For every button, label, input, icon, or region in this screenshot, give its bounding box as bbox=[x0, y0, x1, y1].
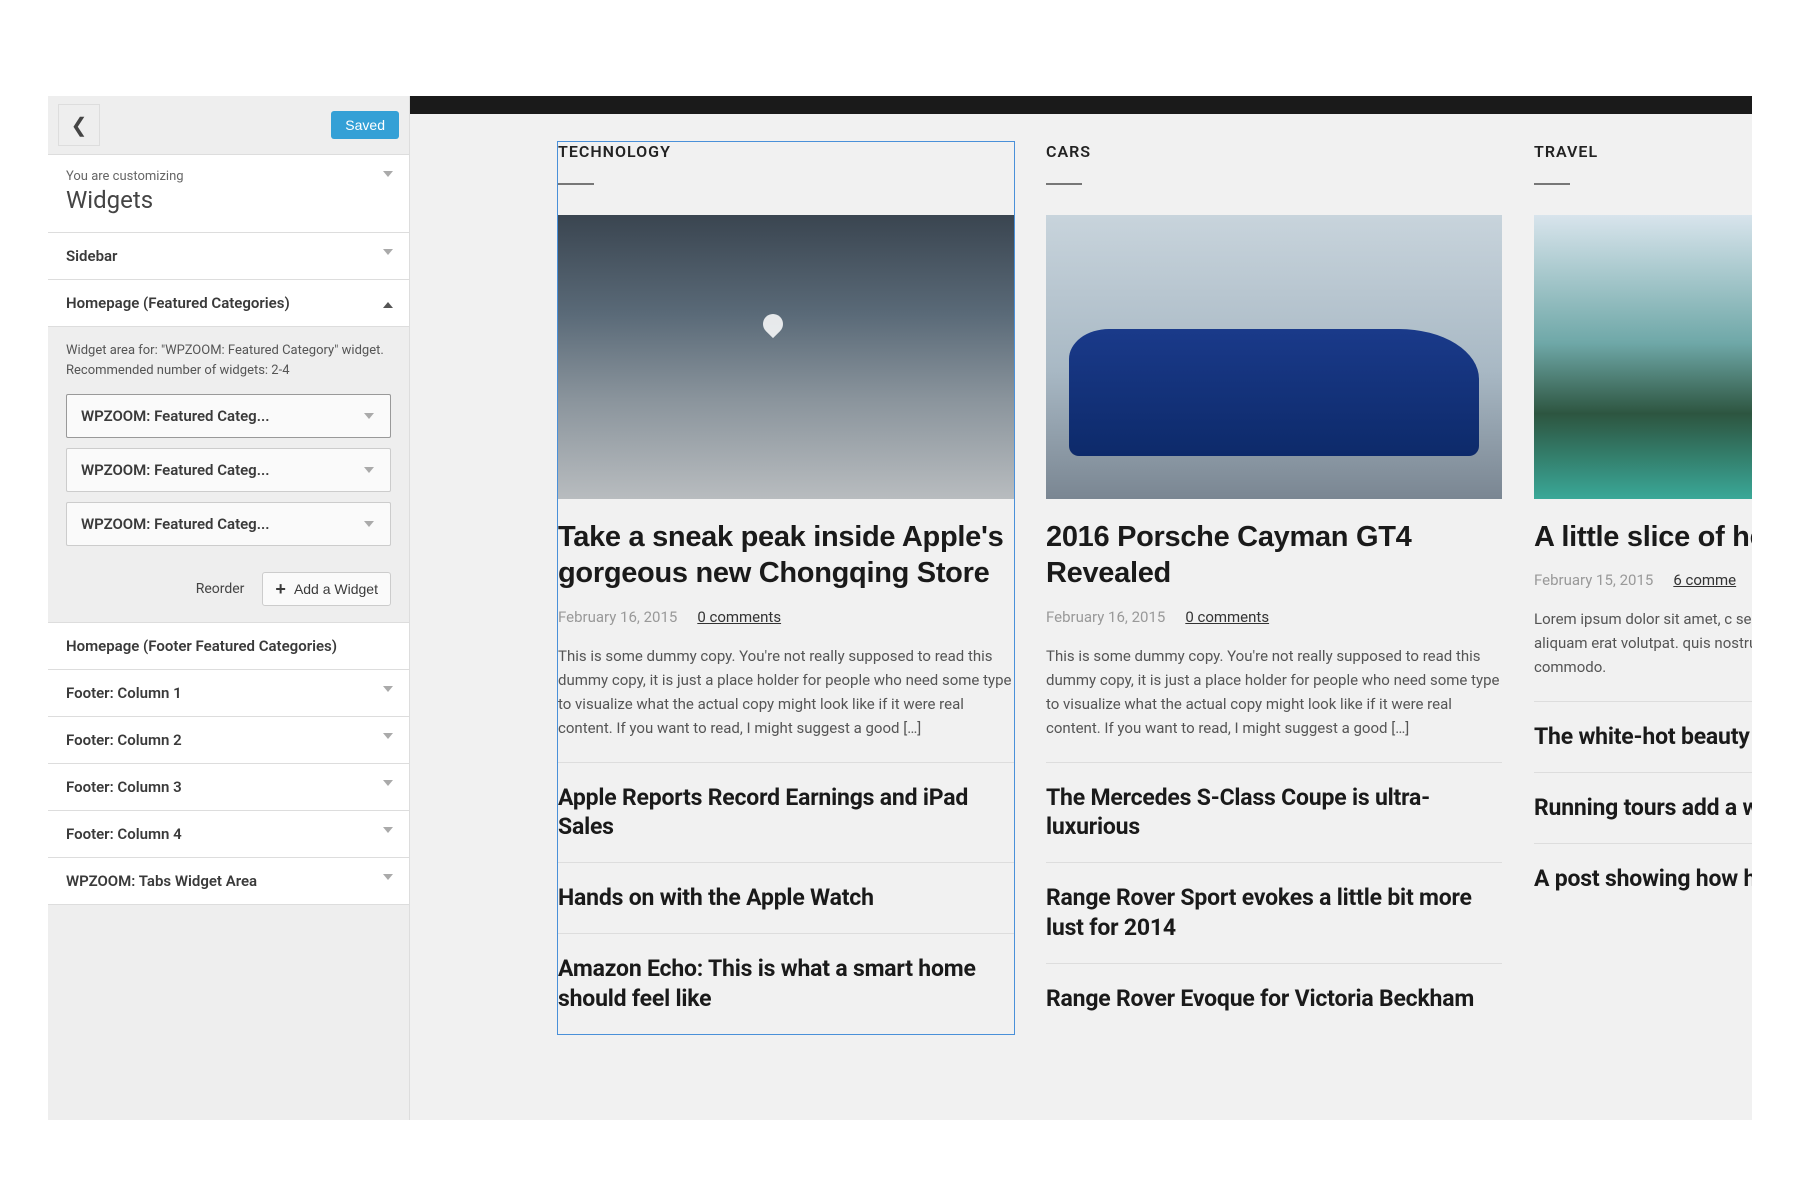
widget-item-label: WPZOOM: Featured Categ... bbox=[81, 461, 270, 479]
lead-date: February 16, 2015 bbox=[1046, 608, 1165, 626]
sub-article-title: The Mercedes S-Class Coupe is ultra-luxu… bbox=[1046, 783, 1502, 843]
section-description: Widget area for: "WPZOOM: Featured Categ… bbox=[48, 327, 409, 394]
section-homepage-featured[interactable]: Homepage (Featured Categories) bbox=[48, 280, 409, 327]
category-column-travel[interactable]: TRAVEL A little slice of heaven February… bbox=[1534, 142, 1752, 1034]
lead-image[interactable] bbox=[558, 215, 1014, 499]
section-label: Footer: Column 1 bbox=[66, 684, 182, 702]
section-label: Footer: Column 2 bbox=[66, 731, 182, 749]
preview-content: TECHNOLOGY Take a sneak peak inside Appl… bbox=[410, 114, 1752, 1034]
section-sidebar[interactable]: Sidebar bbox=[48, 233, 409, 280]
section-label: Footer: Column 3 bbox=[66, 778, 182, 796]
chevron-down-icon bbox=[383, 686, 393, 692]
app-root: ❮ Saved You are customizing Widgets Side… bbox=[0, 0, 1800, 1200]
lead-image[interactable] bbox=[1046, 215, 1502, 499]
section-tabs-widget-area[interactable]: WPZOOM: Tabs Widget Area bbox=[48, 858, 409, 905]
reorder-button[interactable]: Reorder bbox=[196, 581, 245, 597]
chevron-down-icon bbox=[383, 874, 393, 880]
lead-meta: February 16, 2015 0 comments bbox=[1046, 608, 1502, 626]
sub-article[interactable]: Range Rover Evoque for Victoria Beckham bbox=[1046, 963, 1502, 1034]
chevron-down-icon bbox=[364, 467, 374, 473]
add-widget-label: Add a Widget bbox=[294, 581, 378, 597]
widget-item-label: WPZOOM: Featured Categ... bbox=[81, 515, 270, 533]
sub-article[interactable]: A post showing how headi bbox=[1534, 843, 1752, 914]
preview-header-strip bbox=[410, 96, 1752, 114]
widget-item[interactable]: WPZOOM: Featured Categ... bbox=[66, 448, 391, 492]
section-footer-col-2[interactable]: Footer: Column 2 bbox=[48, 717, 409, 764]
lead-excerpt: This is some dummy copy. You're not real… bbox=[1046, 644, 1502, 740]
lead-comments-link[interactable]: 0 comments bbox=[697, 608, 781, 626]
sub-article-title: A post showing how headi bbox=[1534, 864, 1752, 894]
customizer-sidebar: ❮ Saved You are customizing Widgets Side… bbox=[48, 96, 410, 1120]
sub-article-title: Running tours add a worko bbox=[1534, 793, 1752, 823]
heading-rule bbox=[1046, 183, 1082, 185]
section-label: Homepage (Featured Categories) bbox=[66, 294, 290, 312]
lead-date: February 16, 2015 bbox=[558, 608, 677, 626]
chevron-down-icon bbox=[383, 171, 393, 177]
column-heading: CARS bbox=[1046, 142, 1502, 169]
back-button[interactable]: ❮ bbox=[58, 104, 100, 146]
category-column-technology[interactable]: TECHNOLOGY Take a sneak peak inside Appl… bbox=[558, 142, 1014, 1034]
lead-title[interactable]: A little slice of heaven bbox=[1534, 519, 1752, 555]
chevron-down-icon bbox=[383, 733, 393, 739]
heading-rule bbox=[1534, 183, 1570, 185]
chevron-down-icon bbox=[383, 780, 393, 786]
widget-item-label: WPZOOM: Featured Categ... bbox=[81, 407, 270, 425]
lead-comments-link[interactable]: 0 comments bbox=[1185, 608, 1269, 626]
sub-article-title: Range Rover Evoque for Victoria Beckham bbox=[1046, 984, 1502, 1014]
chevron-up-icon bbox=[383, 302, 393, 308]
sub-article-title: The white-hot beauty of Ice bbox=[1534, 722, 1752, 752]
sub-article[interactable]: Amazon Echo: This is what a smart home s… bbox=[558, 933, 1014, 1034]
plus-icon: + bbox=[275, 580, 286, 598]
breadcrumb-small: You are customizing bbox=[66, 169, 391, 184]
widget-item[interactable]: WPZOOM: Featured Categ... bbox=[66, 502, 391, 546]
lead-meta: February 16, 2015 0 comments bbox=[558, 608, 1014, 626]
chevron-down-icon bbox=[383, 827, 393, 833]
section-label: Sidebar bbox=[66, 247, 117, 265]
lead-excerpt: This is some dummy copy. You're not real… bbox=[558, 644, 1014, 740]
category-column-cars[interactable]: CARS 2016 Porsche Cayman GT4 Revealed Fe… bbox=[1046, 142, 1502, 1034]
sub-article[interactable]: Range Rover Sport evokes a little bit mo… bbox=[1046, 862, 1502, 963]
sub-article-title: Amazon Echo: This is what a smart home s… bbox=[558, 954, 1014, 1014]
saved-button[interactable]: Saved bbox=[331, 111, 399, 139]
widget-item[interactable]: WPZOOM: Featured Categ... bbox=[66, 394, 391, 438]
chevron-down-icon bbox=[364, 521, 374, 527]
sub-article-title: Range Rover Sport evokes a little bit mo… bbox=[1046, 883, 1502, 943]
add-widget-button[interactable]: + Add a Widget bbox=[262, 572, 391, 606]
sidebar-header: ❮ Saved bbox=[48, 96, 409, 155]
chevron-down-icon bbox=[383, 249, 393, 255]
sub-article[interactable]: Running tours add a worko bbox=[1534, 772, 1752, 843]
lead-excerpt: Lorem ipsum dolor sit amet, c sed diam n… bbox=[1534, 607, 1752, 679]
widget-actions: Reorder + Add a Widget bbox=[48, 568, 409, 623]
lead-title[interactable]: 2016 Porsche Cayman GT4 Revealed bbox=[1046, 519, 1502, 592]
sub-article[interactable]: Apple Reports Record Earnings and iPad S… bbox=[558, 762, 1014, 863]
preview-pane: TECHNOLOGY Take a sneak peak inside Appl… bbox=[410, 96, 1752, 1120]
sub-article-title: Apple Reports Record Earnings and iPad S… bbox=[558, 783, 1014, 843]
section-label: Homepage (Footer Featured Categories) bbox=[66, 637, 337, 655]
section-footer-col-1[interactable]: Footer: Column 1 bbox=[48, 670, 409, 717]
lead-title[interactable]: Take a sneak peak inside Apple's gorgeou… bbox=[558, 519, 1014, 592]
widget-list: WPZOOM: Featured Categ... WPZOOM: Featur… bbox=[48, 394, 409, 568]
section-homepage-footer-featured[interactable]: Homepage (Footer Featured Categories) bbox=[48, 623, 409, 670]
lead-comments-link[interactable]: 6 comme bbox=[1673, 571, 1736, 589]
lead-meta: February 15, 2015 6 comme bbox=[1534, 571, 1752, 589]
column-heading: TECHNOLOGY bbox=[558, 142, 1014, 169]
section-label: Footer: Column 4 bbox=[66, 825, 182, 843]
sub-article[interactable]: The white-hot beauty of Ice bbox=[1534, 701, 1752, 772]
sidebar-filler bbox=[48, 905, 409, 1120]
section-footer-col-3[interactable]: Footer: Column 3 bbox=[48, 764, 409, 811]
sub-article-title: Hands on with the Apple Watch bbox=[558, 883, 1014, 913]
section-footer-col-4[interactable]: Footer: Column 4 bbox=[48, 811, 409, 858]
lead-image[interactable] bbox=[1534, 215, 1752, 499]
breadcrumb: You are customizing Widgets bbox=[48, 155, 409, 233]
column-heading: TRAVEL bbox=[1534, 142, 1752, 169]
chevron-left-icon: ❮ bbox=[71, 113, 88, 138]
lead-date: February 15, 2015 bbox=[1534, 571, 1653, 589]
heading-rule bbox=[558, 183, 594, 185]
section-label: WPZOOM: Tabs Widget Area bbox=[66, 872, 257, 890]
sub-article[interactable]: Hands on with the Apple Watch bbox=[558, 862, 1014, 933]
sub-article[interactable]: The Mercedes S-Class Coupe is ultra-luxu… bbox=[1046, 762, 1502, 863]
breadcrumb-title: Widgets bbox=[66, 186, 391, 214]
chevron-down-icon bbox=[364, 413, 374, 419]
